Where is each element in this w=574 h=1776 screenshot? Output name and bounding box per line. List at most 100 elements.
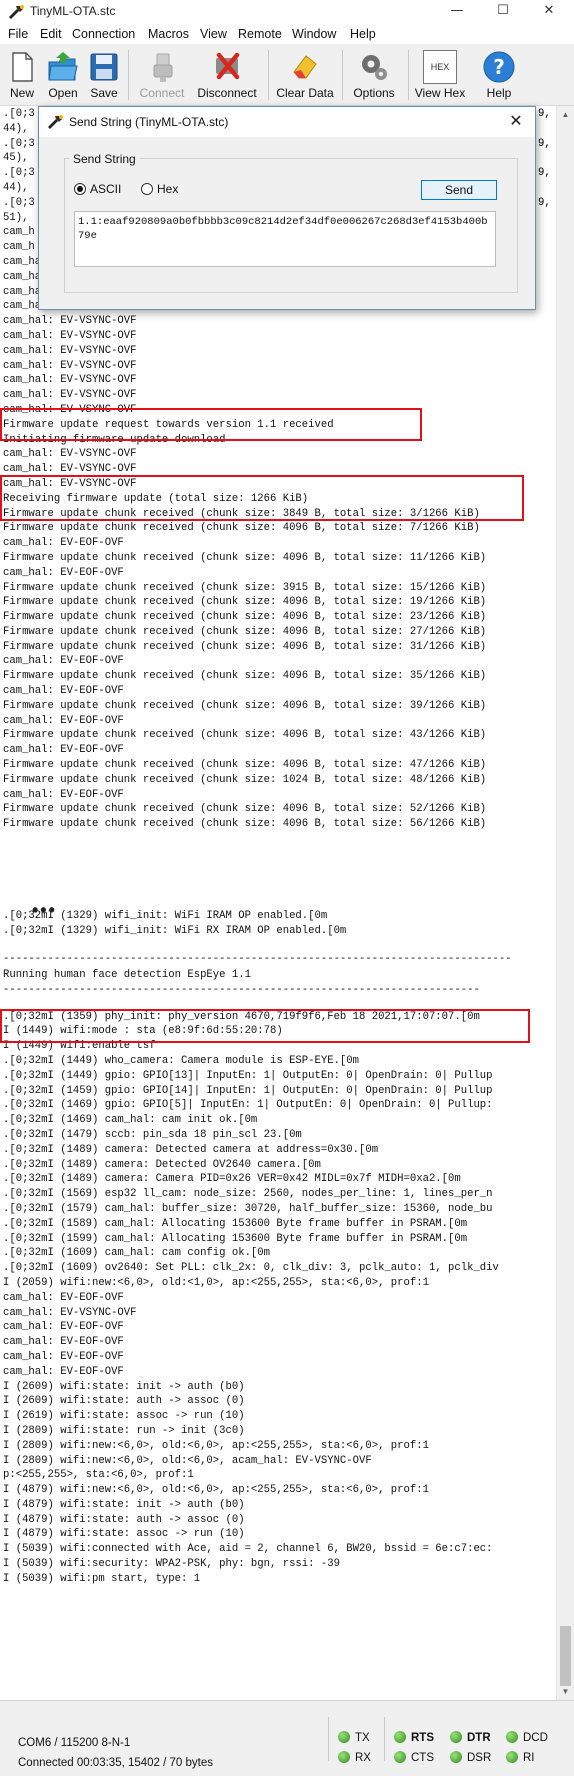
terminal-gap [3,939,512,952]
terminal-line: .[0;32mI (1609) ov2640: Set PLL: clk_2x:… [3,1262,499,1275]
tx-led-icon [338,1731,350,1743]
menu-window[interactable]: Window [292,27,336,41]
terminal-line: .[0;32mI (1449) gpio: GPIO[13]| InputEn:… [3,1069,493,1082]
scroll-up-arrow[interactable]: ▲ [557,106,574,123]
dcd-indicator: DCD [506,1731,548,1744]
menu-file[interactable]: File [8,27,28,41]
terminal-line: cam_hal: EV-VSYNC-OVF [3,389,137,402]
help-icon: ? [483,51,515,83]
terminal-line: .[0;32mI (1329) wifi_init: WiFi RX IRAM … [3,924,347,937]
new-button[interactable]: New [4,46,40,104]
terminal-gap [3,998,512,1010]
help-label: Help [486,86,512,100]
terminal-output[interactable]: .[0;3 44), .[0;3 45), .[0;3 44), .[0;3 51), cam_… [0,106,556,1700]
radio-checked-icon [74,183,86,195]
toolbar-separator [342,50,343,100]
terminal-line: Firmware update chunk received (chunk si… [3,551,487,564]
terminal-separator: ----------------------------------------… [3,983,480,996]
toolbar-separator [128,50,129,100]
ri-led-icon [506,1751,518,1763]
terminal-line: cam_hal: EV-EOF-OVF [3,714,124,727]
terminal-line: Firmware update chunk received (chunk si… [3,699,487,712]
terminal-line: .[0;32mI (1459) gpio: GPIO[14]| InputEn:… [3,1084,493,1097]
terminal-fragment: 9, [538,167,551,180]
terminal-line: Firmware update chunk received (chunk si… [3,729,487,742]
connection-status: Connected 00:03:35, 15402 / 70 bytes [18,1757,214,1769]
disconnect-button[interactable]: Disconnect [194,46,260,104]
terminal-line: cam_hal: EV-EOF-OVF [3,655,124,668]
terminal-line: cam_hal: EV-EOF-OVF [3,788,124,801]
terminal-line: cam_hal: EV-VSYNC-OVF [3,359,137,372]
ri-indicator: RI [506,1751,535,1764]
cts-led-icon [394,1751,406,1763]
new-file-icon [12,52,33,82]
hex-radio[interactable]: Hex [141,182,178,196]
dialog-close-icon[interactable]: ✕ [507,112,525,130]
dsr-indicator: DSR [450,1751,491,1764]
status-separator [328,1717,329,1761]
terminal-line: I (2059) wifi:new:<6,0>, old:<1,0>, ap:<… [3,1276,429,1289]
dtr-indicator[interactable]: DTR [450,1731,491,1744]
status-separator [384,1717,385,1761]
svg-text:?: ? [493,55,505,79]
minimize-button[interactable]: — [434,0,480,24]
terminal-line: I (4879) wifi:state: auth -> assoc (0) [3,1513,245,1526]
terminal-line: cam_hal: EV-EOF-OVF [3,566,124,579]
usb-plug-icon [153,53,173,82]
terminal-line: I (5039) wifi:connected with Ace, aid = … [3,1543,493,1556]
group-label: Send String [69,152,140,166]
disconnect-plug-icon [216,52,240,80]
menu-connection[interactable]: Connection [72,27,135,41]
window-title: TinyML-OTA.stc [30,4,116,18]
save-label: Save [90,86,118,100]
menu-view[interactable]: View [200,27,227,41]
menu-remote[interactable]: Remote [238,27,282,41]
toolbar-separator [268,50,269,100]
terminal-line: Firmware update chunk received (chunk si… [3,625,487,638]
menu-macros[interactable]: Macros [148,27,189,41]
rx-indicator: RX [338,1751,371,1764]
terminal-line: .[0;32mI (1449) who_camera: Camera modul… [3,1054,360,1067]
terminal-line: .[0;32mI (1329) wifi_init: WiFi IRAM OP … [3,910,328,922]
terminal-line: cam_hal: EV-EOF-OVF [3,1365,124,1378]
terminal-line: .[0;32mI (1489) camera: Camera PID=0x26 … [3,1173,461,1186]
send-string-input[interactable]: 1.1:eaaf920809a0b0fbbbb3c09c8214d2ef34df… [74,211,496,267]
terminal-line: Firmware update chunk received (chunk si… [3,522,480,535]
terminal-line: .[0;32mI (1469) gpio: GPIO[5]| InputEn: … [3,1099,493,1112]
menu-help[interactable]: Help [350,27,376,41]
connect-label: Connect [139,86,185,100]
save-button[interactable]: Save [86,46,122,104]
terminal-line: .[0;32mI (1469) cam_hal: cam init ok.[0m [3,1114,258,1127]
cts-indicator: CTS [394,1751,434,1764]
terminal-line: cam_hal: EV-VSYNC-OVF [3,344,137,357]
rts-indicator[interactable]: RTS [394,1731,434,1744]
terminal-lines: .[0;3 44), .[0;3 45), .[0;3 44), .[0;3 51), cam_… [3,107,512,1587]
view-hex-button[interactable]: HEX View Hex [412,46,468,104]
options-button[interactable]: Options [348,46,400,104]
terminal-line: I (4879) wifi:state: init -> auth (b0) [3,1498,245,1511]
scroll-down-arrow[interactable]: ▼ [557,1683,574,1700]
terminal-line: .[0;32mI (1479) sccb: pin_sda 18 pin_scl… [3,1128,302,1141]
terminal-line: .[0;32mI (1579) cam_hal: buffer_size: 30… [3,1202,493,1215]
help-button[interactable]: ? Help [476,46,522,104]
terminal-line: I (5039) wifi:security: WPA2-PSK, phy: b… [3,1558,340,1571]
options-label: Options [353,86,395,100]
connect-button[interactable]: Connect [134,46,190,104]
terminal-line: cam_hal: EV-EOF-OVF [3,744,124,757]
open-button[interactable]: Open [44,46,82,104]
menu-edit[interactable]: Edit [40,27,62,41]
send-button[interactable]: Send [421,180,497,200]
terminal-line: Firmware update chunk received (chunk si… [3,611,487,624]
terminal-fragment: 9, [538,108,551,120]
ascii-radio[interactable]: ASCII [74,182,121,196]
dsr-led-icon [450,1751,462,1763]
terminal-separator: ----------------------------------------… [3,952,512,965]
terminal-line: .[0;32mI (1599) cam_hal: Allocating 1536… [3,1232,468,1245]
terminal-scrollbar[interactable]: ▲ ▼ [556,106,574,1700]
maximize-button[interactable]: ☐ [480,0,526,24]
clear-data-label: Clear Data [276,86,334,100]
scrollbar-thumb[interactable] [560,1626,571,1686]
close-window-button[interactable]: ✕ [526,0,572,24]
clear-data-button[interactable]: Clear Data [274,46,336,104]
status-bar: COM6 / 115200 8-N-1 Connected 00:03:35, … [0,1700,574,1776]
